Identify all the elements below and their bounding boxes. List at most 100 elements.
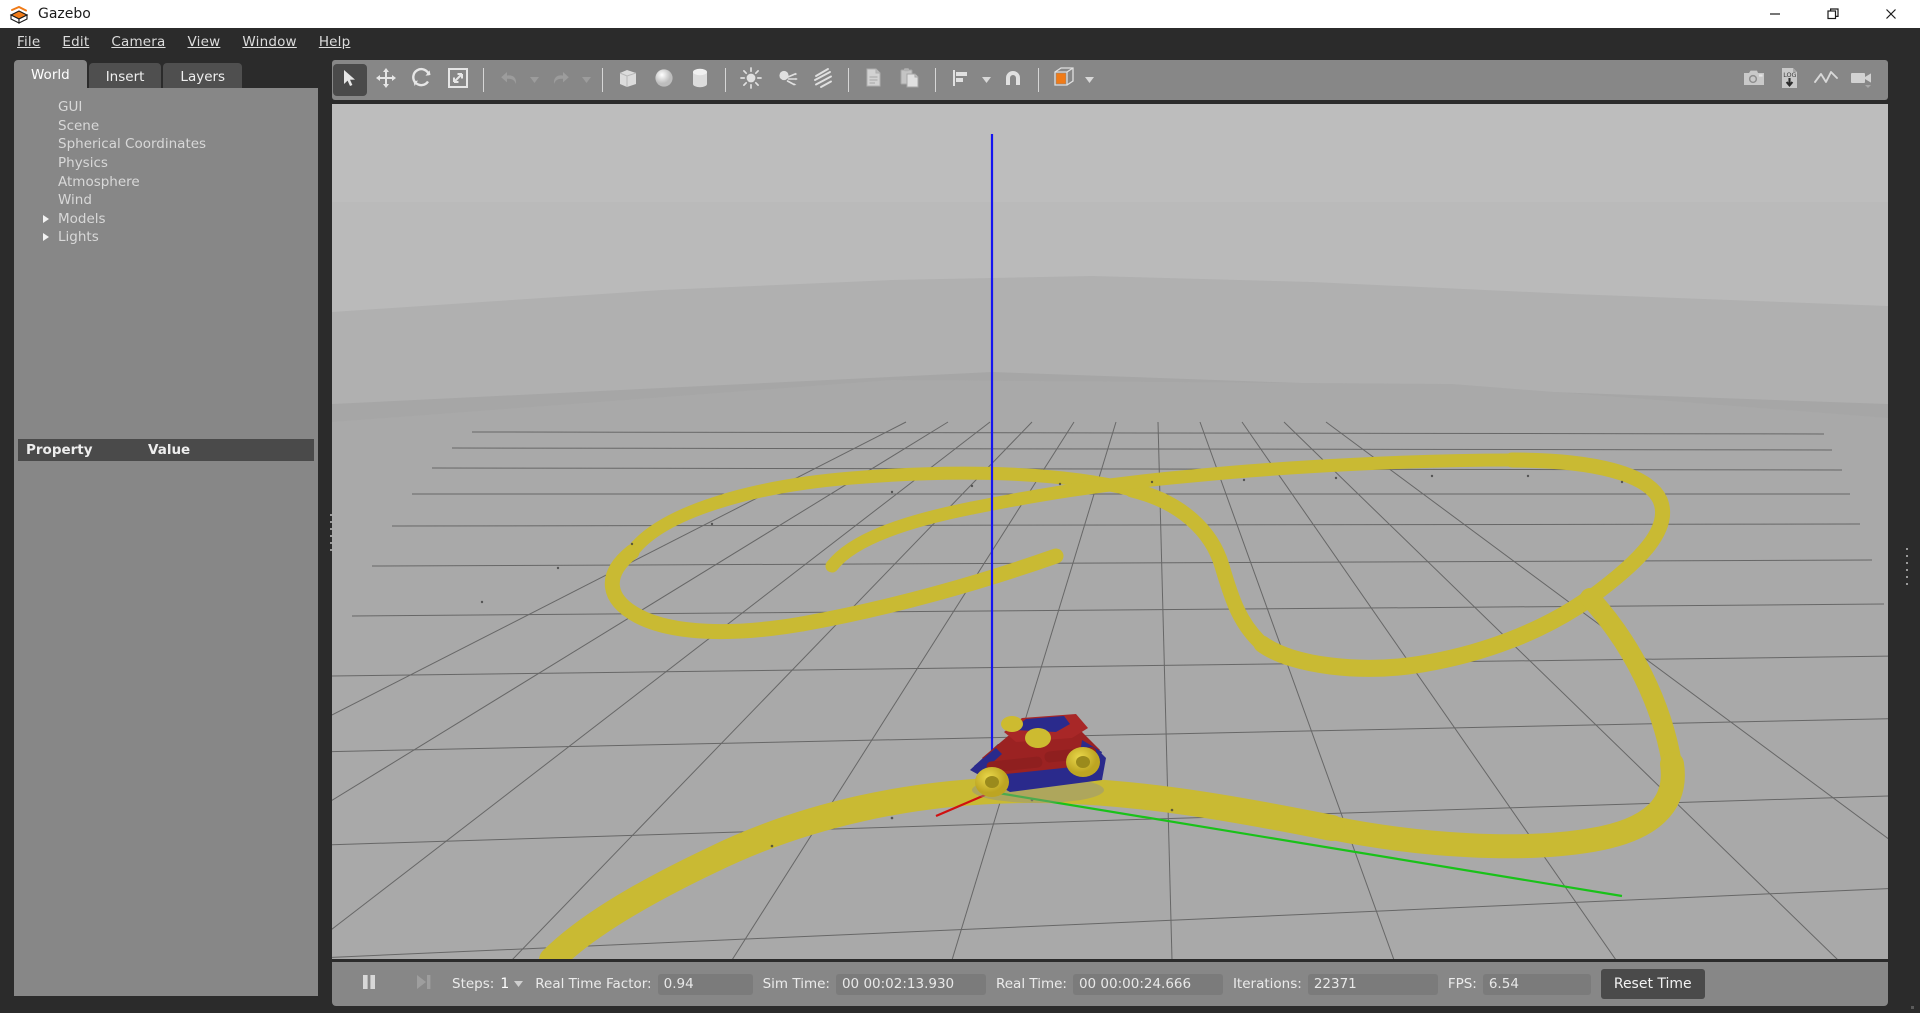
view-angle-button[interactable] <box>1047 64 1081 96</box>
toolbar-separator <box>935 68 936 92</box>
toolbar-separator <box>848 68 849 92</box>
reset-time-button[interactable]: Reset Time <box>1600 969 1705 999</box>
insert-box-button[interactable] <box>611 64 645 96</box>
close-button[interactable] <box>1862 0 1920 28</box>
tree-item-models[interactable]: Models <box>14 210 318 229</box>
pause-button[interactable] <box>352 968 386 1000</box>
iterations-label: Iterations: <box>1232 976 1302 992</box>
menu-help[interactable]: Help <box>308 30 362 54</box>
select-mode-icon <box>340 68 360 92</box>
plot-line-icon <box>1813 66 1839 94</box>
steps-dropdown-button[interactable] <box>511 974 525 994</box>
menubar: File Edit Camera View Window Help <box>0 28 1920 56</box>
property-table-header: Property Value <box>18 439 314 461</box>
history-tools-group <box>491 60 595 100</box>
toolbar-right-group: LOG <box>1736 64 1888 96</box>
value-column-header[interactable]: Value <box>148 442 190 458</box>
record-video-button[interactable] <box>1845 64 1879 96</box>
tab-insert[interactable]: Insert <box>88 63 162 90</box>
scene-right-splitter[interactable] <box>1904 546 1910 592</box>
car-wheel <box>1001 716 1023 732</box>
real-time-value[interactable]: 00 00:00:24.666 <box>1072 973 1223 995</box>
box-icon <box>616 66 640 94</box>
tree-item-scene[interactable]: Scene <box>14 117 318 136</box>
plotting-button[interactable] <box>1809 64 1843 96</box>
undo-dropdown-button[interactable] <box>527 65 541 95</box>
insert-spot-light-button[interactable] <box>770 64 804 96</box>
sim-time-value[interactable]: 00 00:02:13.930 <box>835 973 986 995</box>
menu-camera[interactable]: Camera <box>100 30 176 54</box>
insert-cylinder-button[interactable] <box>683 64 717 96</box>
step-button[interactable] <box>406 968 440 1000</box>
menu-edit[interactable]: Edit <box>51 30 100 54</box>
undo-button[interactable] <box>492 64 526 96</box>
select-mode-button[interactable] <box>333 64 367 96</box>
lights-group <box>733 60 841 100</box>
toolbar-separator <box>1038 68 1039 92</box>
view-angle-icon <box>1051 66 1077 94</box>
menu-view[interactable]: View <box>177 30 232 54</box>
menu-file[interactable]: File <box>6 30 51 54</box>
camera-icon <box>1742 66 1766 94</box>
copy-icon <box>862 66 886 94</box>
screenshot-button[interactable] <box>1737 64 1771 96</box>
translate-mode-button[interactable] <box>369 64 403 96</box>
tree-item-physics-label: Physics <box>58 155 108 172</box>
window-title: Gazebo <box>38 6 91 22</box>
menu-edit-label: Edit <box>62 34 90 50</box>
tab-layers[interactable]: Layers <box>163 63 243 90</box>
iterations-value[interactable]: 22371 <box>1307 973 1438 995</box>
toolbar-separator <box>483 68 484 92</box>
real-time-factor-label: Real Time Factor: <box>535 976 652 992</box>
menu-file-label: File <box>17 34 41 50</box>
clipboard-group <box>856 60 928 100</box>
copy-button[interactable] <box>857 64 891 96</box>
scale-mode-button[interactable] <box>441 64 475 96</box>
insert-directional-light-button[interactable] <box>806 64 840 96</box>
property-table-body[interactable] <box>18 461 314 992</box>
rotate-mode-button[interactable] <box>405 64 439 96</box>
fps-value[interactable]: 6.54 <box>1482 973 1591 995</box>
steps-value[interactable]: 1 <box>500 976 509 992</box>
toolbar-separator <box>725 68 726 92</box>
tree-item-lights[interactable]: Lights <box>14 228 318 247</box>
tree-item-atmosphere[interactable]: Atmosphere <box>14 172 318 191</box>
simulation-statusbar: Steps: 1 Real Time Factor: 0.94 Sim Time… <box>332 962 1888 1006</box>
menu-help-label: Help <box>318 34 351 50</box>
align-dropdown-button[interactable] <box>979 65 993 95</box>
menu-window[interactable]: Window <box>231 30 307 54</box>
tree-item-wind[interactable]: Wind <box>14 191 318 210</box>
panel-horizontal-splitter[interactable] <box>18 429 314 446</box>
tree-item-models-label: Models <box>58 210 106 227</box>
app-body: World Insert Layers GUI Scene Spherical … <box>0 56 1920 1013</box>
tree-item-gui[interactable]: GUI <box>14 98 318 117</box>
minimize-button[interactable] <box>1746 0 1804 28</box>
left-dock: World Insert Layers GUI Scene Spherical … <box>14 60 318 1000</box>
redo-dropdown-button[interactable] <box>579 65 593 95</box>
transform-tools-group <box>332 60 476 100</box>
align-snap-group <box>943 60 1031 100</box>
tab-world[interactable]: World <box>14 60 87 90</box>
gazebo-3d-viewport[interactable] <box>332 104 1888 959</box>
real-time-factor-value[interactable]: 0.94 <box>657 973 753 995</box>
chevron-right-icon[interactable] <box>41 214 51 224</box>
chevron-right-icon[interactable] <box>41 232 51 242</box>
snap-button[interactable] <box>996 64 1030 96</box>
world-tree: GUI Scene Spherical Coordinates Physics … <box>14 92 318 247</box>
align-button[interactable] <box>944 64 978 96</box>
insert-sphere-button[interactable] <box>647 64 681 96</box>
scene-render <box>332 104 1888 959</box>
restore-button[interactable] <box>1804 0 1862 28</box>
reset-time-label: Reset Time <box>1613 976 1692 992</box>
property-column-header[interactable]: Property <box>26 442 148 458</box>
tree-item-spherical-coordinates[interactable]: Spherical Coordinates <box>14 135 318 154</box>
redo-button[interactable] <box>544 64 578 96</box>
save-logs-button[interactable]: LOG <box>1773 64 1807 96</box>
view-angle-dropdown-button[interactable] <box>1082 65 1096 95</box>
redo-icon <box>550 67 572 93</box>
scene-toolbar: LOG <box>332 60 1888 100</box>
paste-icon <box>898 66 922 94</box>
tree-item-physics[interactable]: Physics <box>14 154 318 173</box>
paste-button[interactable] <box>893 64 927 96</box>
insert-point-light-button[interactable] <box>734 64 768 96</box>
